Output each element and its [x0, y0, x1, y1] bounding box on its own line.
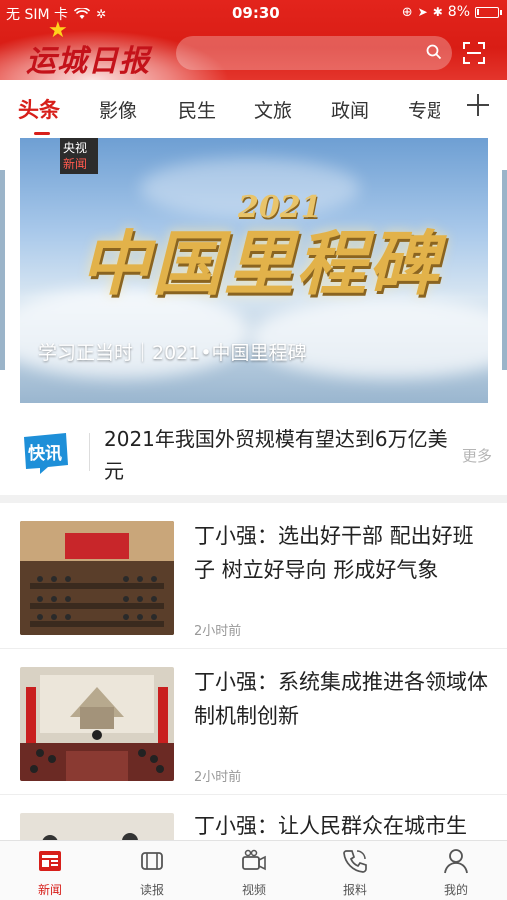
meeting-hall-image	[20, 521, 174, 635]
battery-percent: 8%	[447, 4, 470, 20]
divider	[89, 433, 90, 471]
tab-special[interactable]: 专题	[408, 96, 440, 123]
status-time: 09:30	[232, 4, 280, 22]
flash-news-icon: 快讯	[24, 433, 68, 474]
user-icon	[444, 849, 468, 874]
news-time: 2小时前	[194, 624, 242, 639]
cctv-news-badge: 央视 新闻	[60, 138, 98, 174]
rotation-lock-icon: ⊕	[401, 4, 413, 20]
tabbar-video[interactable]: 视频	[224, 847, 284, 898]
bottom-tab-bar: 新闻 读报 视频 报料 我的	[0, 840, 507, 900]
news-title: 丁小强：选出好干部 配出好班子 树立好导向 形成好气象	[194, 524, 474, 582]
tabbar-label: 读报	[139, 883, 164, 897]
flash-news-bar[interactable]: 快讯 2021年我国外贸规模有望达到6万亿美元 更多	[0, 403, 507, 495]
news-title: 丁小强：系统集成推进各领域体制机制创新	[194, 670, 488, 728]
app-logo: 运城日报	[26, 44, 150, 79]
conference-room-image	[20, 667, 174, 781]
news-thumbnail	[20, 667, 174, 781]
tabbar-label: 新闻	[37, 883, 62, 897]
flash-news-headline[interactable]: 2021年我国外贸规模有望达到6万亿美元	[104, 423, 452, 487]
tabbar-profile[interactable]: 我的	[426, 847, 486, 898]
bluetooth-icon: ✱	[432, 5, 443, 19]
tab-culture-tourism[interactable]: 文旅	[254, 96, 292, 123]
tabbar-newspaper[interactable]: 读报	[122, 847, 182, 898]
next-slide-peek[interactable]	[502, 170, 507, 370]
flash-icon-label: 快讯	[28, 443, 62, 464]
tabbar-report[interactable]: 报料	[325, 847, 385, 898]
video-icon	[242, 849, 266, 871]
tabbar-news[interactable]: 新闻	[20, 847, 80, 898]
section-separator	[0, 495, 507, 503]
badge-top-text: 央视	[63, 141, 88, 155]
phone-icon	[343, 850, 367, 873]
tab-politics[interactable]: 政闻	[331, 96, 369, 123]
previous-slide-peek[interactable]	[0, 170, 5, 370]
badge-bottom-text: 新闻	[63, 157, 88, 171]
featured-banner[interactable]: 央视 新闻 2021 中国里程碑 学习正当时｜2021•中国里程碑	[20, 138, 488, 403]
news-time: 2小时前	[194, 770, 242, 785]
battery-level	[477, 8, 479, 15]
wifi-icon	[74, 8, 90, 19]
news-thumbnail	[20, 521, 174, 635]
search-bar[interactable]	[176, 36, 452, 70]
battery-icon	[475, 6, 502, 18]
location-icon: ➤	[417, 5, 428, 19]
status-bar: 无 SIM 卡 ✲ 09:30 ⊕ ➤ ✱ 8%	[0, 0, 507, 26]
tabbar-label: 我的	[443, 883, 468, 897]
add-channel-icon[interactable]	[463, 88, 493, 122]
banner-caption: 学习正当时｜2021•中国里程碑	[38, 342, 307, 364]
tab-headline[interactable]: 头条	[18, 94, 60, 124]
channel-tabs: 头条 影像 民生 文旅 政闻 专题	[0, 80, 507, 138]
search-icon[interactable]	[426, 44, 442, 60]
tab-livelihood[interactable]: 民生	[178, 96, 216, 123]
loading-icon: ✲	[96, 7, 107, 21]
tabbar-label: 报料	[342, 883, 367, 897]
news-item[interactable]: 丁小强：选出好干部 配出好班子 树立好导向 形成好气象 2小时前	[0, 503, 507, 649]
banner-artwork-title: 中国里程碑	[80, 222, 440, 305]
news-title: 丁小强：让人民群众在城市生	[194, 814, 467, 838]
newspaper-icon	[141, 852, 163, 870]
tab-images[interactable]: 影像	[99, 96, 137, 123]
news-item[interactable]: 丁小强：系统集成推进各领域体制机制创新 2小时前	[0, 649, 507, 795]
active-tab-indicator	[34, 132, 50, 135]
app-header: 无 SIM 卡 ✲ 09:30 ⊕ ➤ ✱ 8% ★ 运城日报	[0, 0, 507, 80]
scan-icon[interactable]	[462, 41, 486, 65]
news-icon	[39, 851, 61, 871]
tabbar-label: 视频	[241, 883, 266, 897]
more-link[interactable]: 更多	[462, 445, 492, 466]
